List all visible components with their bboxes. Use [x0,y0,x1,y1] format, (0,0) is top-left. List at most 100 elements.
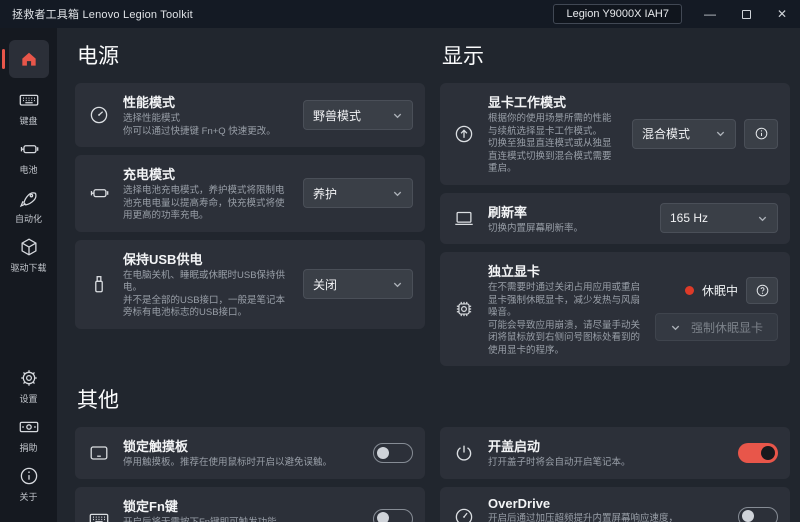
gpu-mode-card: 显卡工作模式 根据你的使用场景所需的性能与续航选择显卡工作模式。 切换至独显直连… [440,83,790,185]
dropdown-value: 165 Hz [670,211,708,225]
info-icon [754,126,769,141]
card-title: 保持USB供电 [123,249,291,268]
card-description: 根据你的使用场景所需的性能与续航选择显卡工作模式。 切换至独显直连模式或从独显直… [488,113,620,176]
toggle-knob [761,446,775,460]
card-description: 开启后将无需按下Fn键即可触发功能， 触发原F1至F12键需按下Fn键。 [123,517,361,522]
sidebar: 键盘 电池 自动化 驱动下载 设置 捐助 [0,28,57,522]
dgpu-help-button[interactable] [746,277,778,304]
touchpad-lock-toggle[interactable] [373,443,413,463]
sidebar-item-label: 电池 [19,163,37,176]
card-description: 停用触摸板。推荐在使用鼠标时开启以避免误触。 [123,457,361,470]
toggle-knob [742,510,754,522]
chevron-down-icon [715,128,726,139]
dgpu-status-label: 休眠中 [702,282,738,299]
status-dot [685,286,694,295]
force-sleep-gpu-button[interactable]: 强制休眠显卡 [655,313,778,341]
other-left-column: 锁定触摸板 停用触摸板。推荐在使用鼠标时开启以避免误触。 锁定Fn键 开启后将无… [75,427,425,522]
minimize-button[interactable]: — [692,0,728,28]
maximize-button[interactable] [728,0,764,28]
chevron-down-icon [757,213,768,224]
card-description: 在不需要时通过关闭占用应用或重启显卡强制休眠显卡，减少发热与风扇噪音。 可能会导… [488,282,643,357]
refresh-rate-card: 刷新率 切换内置屏幕刷新率。 165 Hz [440,193,790,245]
sidebar-item-keyboard[interactable]: 键盘 [0,89,57,127]
performance-mode-dropdown[interactable]: 野兽模式 [303,100,413,130]
sidebar-item-donate[interactable]: 捐助 [0,416,57,454]
desc-line: 停用触摸板。推荐在使用鼠标时开启以避免误触。 [123,457,361,470]
desc-line: 并不是全部的USB接口，一般是笔记本旁标有电池标志的USB接口。 [123,295,291,320]
card-title: 性能模式 [123,92,291,111]
desc-line: 选择性能模式 [123,113,291,126]
touchpad-lock-card: 锁定触摸板 停用触摸板。推荐在使用鼠标时开启以避免误触。 [75,427,425,479]
overdrive-toggle[interactable] [738,507,778,522]
desc-line: 在不需要时通过关闭占用应用或重启显卡强制休眠显卡，减少发热与风扇噪音。 [488,282,643,320]
card-title: 独立显卡 [488,261,643,280]
question-icon [755,283,770,298]
display-section: 显示 显卡工作模式 根据你的使用场景所需的性能与续航选择显卡工作模式。 切换至独… [440,30,790,374]
sidebar-item-automation[interactable]: 自动化 [0,187,57,225]
active-indicator [2,49,5,69]
force-sleep-gpu-label: 强制休眠显卡 [691,319,763,336]
sidebar-item-label: 驱动下载 [10,261,46,274]
usb-power-card: 保持USB供电 在电脑关机、睡眠或休眠时USB保持供电。 并不是全部的USB接口… [75,240,425,329]
card-title: 充电模式 [123,164,291,183]
close-button[interactable]: ✕ [764,0,800,28]
section-title-other: 其他 [77,384,790,414]
charging-mode-card: 充电模式 选择电池充电模式，养护模式将限制电池充电电量以提高寿命，快充模式将使用… [75,155,425,232]
overdrive-card: OverDrive 开启后通过加压超频提升内置屏幕响应速度， 可能会导致屏幕过冲… [440,487,790,522]
performance-mode-card: 性能模式 选择性能模式 你可以通过快捷键 Fn+Q 快速更改。 野兽模式 [75,83,425,147]
card-description: 在电脑关机、睡眠或休眠时USB保持供电。 并不是全部的USB接口，一般是笔记本旁… [123,270,291,320]
sidebar-item-label: 捐助 [19,441,37,454]
gauge-icon [87,103,111,127]
sidebar-item-about[interactable]: 关于 [0,465,57,503]
sidebar-item-driver-download[interactable]: 驱动下载 [0,236,57,274]
charging-mode-dropdown[interactable]: 养护 [303,178,413,208]
automation-icon [18,187,40,209]
battery-icon [18,138,40,160]
toggle-knob [377,512,389,522]
desc-line: 开启后将无需按下Fn键即可触发功能， [123,517,361,522]
monitor-icon [452,206,476,230]
lid-boot-toggle[interactable] [738,443,778,463]
sidebar-item-home[interactable] [0,40,57,78]
fn-lock-toggle[interactable] [373,509,413,522]
desc-line: 切换至独显直连模式或从独显直连模式切换到混合模式需要重启。 [488,138,620,176]
card-title: 开盖启动 [488,436,726,455]
gpu-mode-dropdown[interactable]: 混合模式 [632,119,736,149]
card-title: 显卡工作模式 [488,92,620,111]
dropdown-value: 野兽模式 [313,107,361,124]
refresh-rate-dropdown[interactable]: 165 Hz [660,203,778,233]
fn-lock-card: 锁定Fn键 开启后将无需按下Fn键即可触发功能， 触发原F1至F12键需按下Fn… [75,487,425,522]
hybrid-mode-icon [452,122,476,146]
other-right-column: 开盖启动 打开盖子时将会自动开启笔记本。 OverDrive 开启后通过加压超频… [440,427,790,522]
chevron-down-icon [670,322,681,333]
battery-charging-icon [87,181,111,205]
power-icon [452,441,476,465]
sidebar-item-label: 设置 [19,392,37,405]
dropdown-value: 关闭 [313,276,337,293]
usb-power-dropdown[interactable]: 关闭 [303,269,413,299]
toggle-knob [377,447,389,459]
sidebar-item-label: 键盘 [19,114,37,127]
usb-icon [87,272,111,296]
sidebar-item-settings[interactable]: 设置 [0,367,57,405]
desc-line: 切换内置屏幕刷新率。 [488,223,648,236]
desc-line: 你可以通过快捷键 Fn+Q 快速更改。 [123,126,291,139]
card-description: 切换内置屏幕刷新率。 [488,223,648,236]
gpu-chip-icon [452,297,476,321]
card-title: 锁定Fn键 [123,496,361,515]
sidebar-item-label: 自动化 [15,212,42,225]
desc-line: 可能会导致应用崩溃，请尽量手动关闭将鼠标放到右侧问号图标处看到的使用显卡的程序。 [488,320,643,358]
chevron-down-icon [392,110,403,121]
card-title: 锁定触摸板 [123,436,361,455]
close-icon: ✕ [777,7,787,21]
sidebar-item-battery[interactable]: 电池 [0,138,57,176]
gpu-mode-info-button[interactable] [744,119,778,149]
discrete-gpu-card: 独立显卡 在不需要时通过关闭占用应用或重启显卡强制休眠显卡，减少发热与风扇噪音。… [440,252,790,366]
section-title-power: 电源 [77,40,425,70]
card-title: 刷新率 [488,202,648,221]
top-sections: 电源 性能模式 选择性能模式 你可以通过快捷键 Fn+Q 快速更改。 野兽模式 [75,30,790,374]
desc-line: 选择电池充电模式，养护模式将限制电池充电电量以提高寿命，快充模式将使用更高的功率… [123,185,291,223]
card-description: 选择电池充电模式，养护模式将限制电池充电电量以提高寿命，快充模式将使用更高的功率… [123,185,291,223]
other-sections: 锁定触摸板 停用触摸板。推荐在使用鼠标时开启以避免误触。 锁定Fn键 开启后将无… [75,427,790,522]
keyboard-icon [18,89,40,111]
